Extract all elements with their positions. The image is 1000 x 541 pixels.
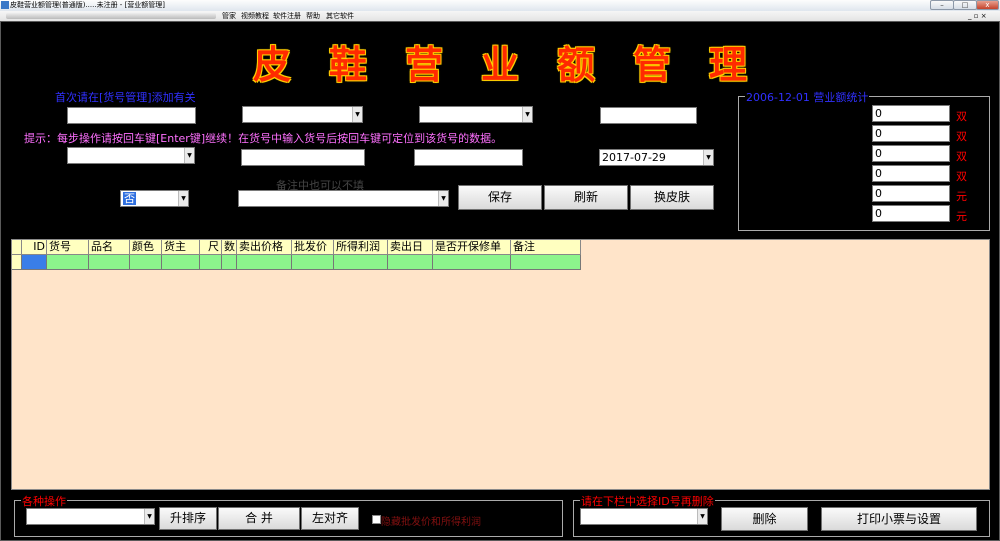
hide-profit-label: 隐藏批发价和所得利润 <box>381 517 481 528</box>
summary-unit-6: 元 <box>956 210 967 223</box>
grid-cell[interactable] <box>334 255 388 270</box>
mdi-controls[interactable]: _ ▫ × <box>968 11 987 21</box>
save-button[interactable]: 保存 <box>458 185 542 210</box>
align-left-button[interactable]: 左对齐 <box>301 507 359 530</box>
title-bar: 皮鞋营业额管理(普通版).....未注册 - [营业额管理] – □ x <box>0 0 1000 11</box>
column-header-sold-date[interactable]: 卖出日 <box>388 240 433 255</box>
chevron-down-icon: ▼ <box>697 509 707 524</box>
menu-item-other[interactable]: 其它软件 <box>326 11 354 21</box>
column-header-price[interactable]: 卖出价格 <box>237 240 292 255</box>
column-header-owner[interactable]: 货主 <box>162 240 200 255</box>
print-settings-button[interactable]: 打印小票与设置 <box>821 507 977 531</box>
tip-text: 提示：每步操作请按回车键[Enter键]继续！在货号中输入货号后按回车键可定位到… <box>24 132 503 145</box>
grid-cell[interactable] <box>292 255 334 270</box>
menu-item-video[interactable]: 视频教程 <box>241 11 269 21</box>
refresh-button[interactable]: 刷新 <box>544 185 628 210</box>
summary-unit-2: 双 <box>956 130 967 143</box>
grid-cell[interactable] <box>511 255 581 270</box>
column-header-id[interactable]: ID <box>22 240 47 255</box>
sort-asc-button[interactable]: 升排序 <box>159 507 217 530</box>
row-selector-header <box>12 240 22 255</box>
summary-value-3[interactable]: 0 <box>872 145 950 162</box>
grid-cell[interactable] <box>22 255 47 270</box>
operations-select[interactable]: ▼ <box>26 508 155 525</box>
column-header-name[interactable]: 品名 <box>89 240 130 255</box>
chevron-down-icon: ▼ <box>522 107 532 122</box>
grid-cell[interactable] <box>89 255 130 270</box>
chevron-down-icon: ▼ <box>352 107 362 122</box>
price-input[interactable] <box>241 149 365 166</box>
column-header-wholesale[interactable]: 批发价 <box>292 240 334 255</box>
row-selector[interactable] <box>12 255 22 270</box>
column-header-size[interactable]: 尺 <box>200 240 222 255</box>
date-value: 2017-07-29 <box>602 151 666 164</box>
app-icon <box>1 1 9 9</box>
grid-cell[interactable] <box>237 255 292 270</box>
size-input[interactable] <box>600 107 697 124</box>
table-row[interactable] <box>12 255 581 270</box>
menu-item-help[interactable]: 帮助 <box>306 11 320 21</box>
delete-id-select[interactable]: ▼ <box>580 508 708 525</box>
operations-legend: 各种操作 <box>21 493 67 509</box>
chevron-down-icon: ▼ <box>703 150 713 165</box>
summary-unit-1: 双 <box>956 110 967 123</box>
delete-legend: 请在下栏中选择ID号再删除 <box>580 493 715 509</box>
column-header-color[interactable]: 颜色 <box>130 240 162 255</box>
warranty-select[interactable]: 否 ▼ <box>120 190 189 207</box>
maximize-button[interactable]: □ <box>953 0 977 10</box>
summary-value-5[interactable]: 0 <box>872 185 950 202</box>
grid-cell[interactable] <box>47 255 89 270</box>
owner-select[interactable]: ▼ <box>67 147 195 164</box>
chevron-down-icon: ▼ <box>178 191 188 206</box>
window-title: 皮鞋营业额管理(普通版).....未注册 - [营业额管理] <box>10 1 166 9</box>
remark-select[interactable]: ▼ <box>238 190 449 207</box>
hide-profit-checkbox[interactable] <box>372 515 381 524</box>
summary-value-4[interactable]: 0 <box>872 165 950 182</box>
menu-item-manager[interactable]: 管家 <box>222 11 236 21</box>
summary-value-2[interactable]: 0 <box>872 125 950 142</box>
chevron-down-icon: ▼ <box>144 509 154 524</box>
grid-cell[interactable] <box>200 255 222 270</box>
grid-cell[interactable] <box>433 255 511 270</box>
first-time-hint: 首次请在[货号管理]添加有关 <box>55 91 196 104</box>
grid-cell[interactable] <box>388 255 433 270</box>
page-title: 皮鞋营业额管理 <box>252 42 785 87</box>
close-button[interactable]: x <box>976 0 999 10</box>
chevron-down-icon: ▼ <box>438 191 448 206</box>
data-grid[interactable]: ID 货号 品名 颜色 货主 尺 数 卖出价格 批发价 所得利润 卖出日 是否开… <box>11 239 990 490</box>
column-header-profit[interactable]: 所得利润 <box>334 240 388 255</box>
merge-button[interactable]: 合 并 <box>218 507 300 530</box>
summary-legend: 2006-12-01 营业额统计 <box>745 89 870 105</box>
summary-unit-4: 双 <box>956 170 967 183</box>
summary-panel: 2006-12-01 营业额统计 <box>738 89 990 231</box>
grid-cell[interactable] <box>130 255 162 270</box>
summary-value-6[interactable]: 0 <box>872 205 950 222</box>
grid-header: ID 货号 品名 颜色 货主 尺 数 卖出价格 批发价 所得利润 卖出日 是否开… <box>12 240 581 255</box>
date-select[interactable]: 2017-07-29 ▼ <box>599 149 714 166</box>
menu-scrollbar[interactable] <box>6 13 216 19</box>
column-header-qty[interactable]: 数 <box>222 240 237 255</box>
minimize-button[interactable]: – <box>930 0 954 10</box>
column-header-item-no[interactable]: 货号 <box>47 240 89 255</box>
menu-item-register[interactable]: 软件注册 <box>273 11 301 21</box>
item-no-input[interactable] <box>67 107 196 124</box>
summary-unit-5: 元 <box>956 190 967 203</box>
color-select[interactable]: ▼ <box>419 106 533 123</box>
grid-cell[interactable] <box>222 255 237 270</box>
summary-value-1[interactable]: 0 <box>872 105 950 122</box>
product-name-select[interactable]: ▼ <box>242 106 363 123</box>
grid-cell[interactable] <box>162 255 200 270</box>
warranty-value: 否 <box>123 192 136 205</box>
column-header-remark[interactable]: 备注 <box>511 240 581 255</box>
wholesale-input[interactable] <box>414 149 523 166</box>
skin-button[interactable]: 换皮肤 <box>630 185 714 210</box>
summary-unit-3: 双 <box>956 150 967 163</box>
delete-button[interactable]: 删除 <box>721 507 808 531</box>
menu-bar: 管家 视频教程 软件注册 帮助 其它软件 _ ▫ × <box>0 11 1000 21</box>
column-header-warranty[interactable]: 是否开保修单 <box>433 240 511 255</box>
chevron-down-icon: ▼ <box>184 148 194 163</box>
